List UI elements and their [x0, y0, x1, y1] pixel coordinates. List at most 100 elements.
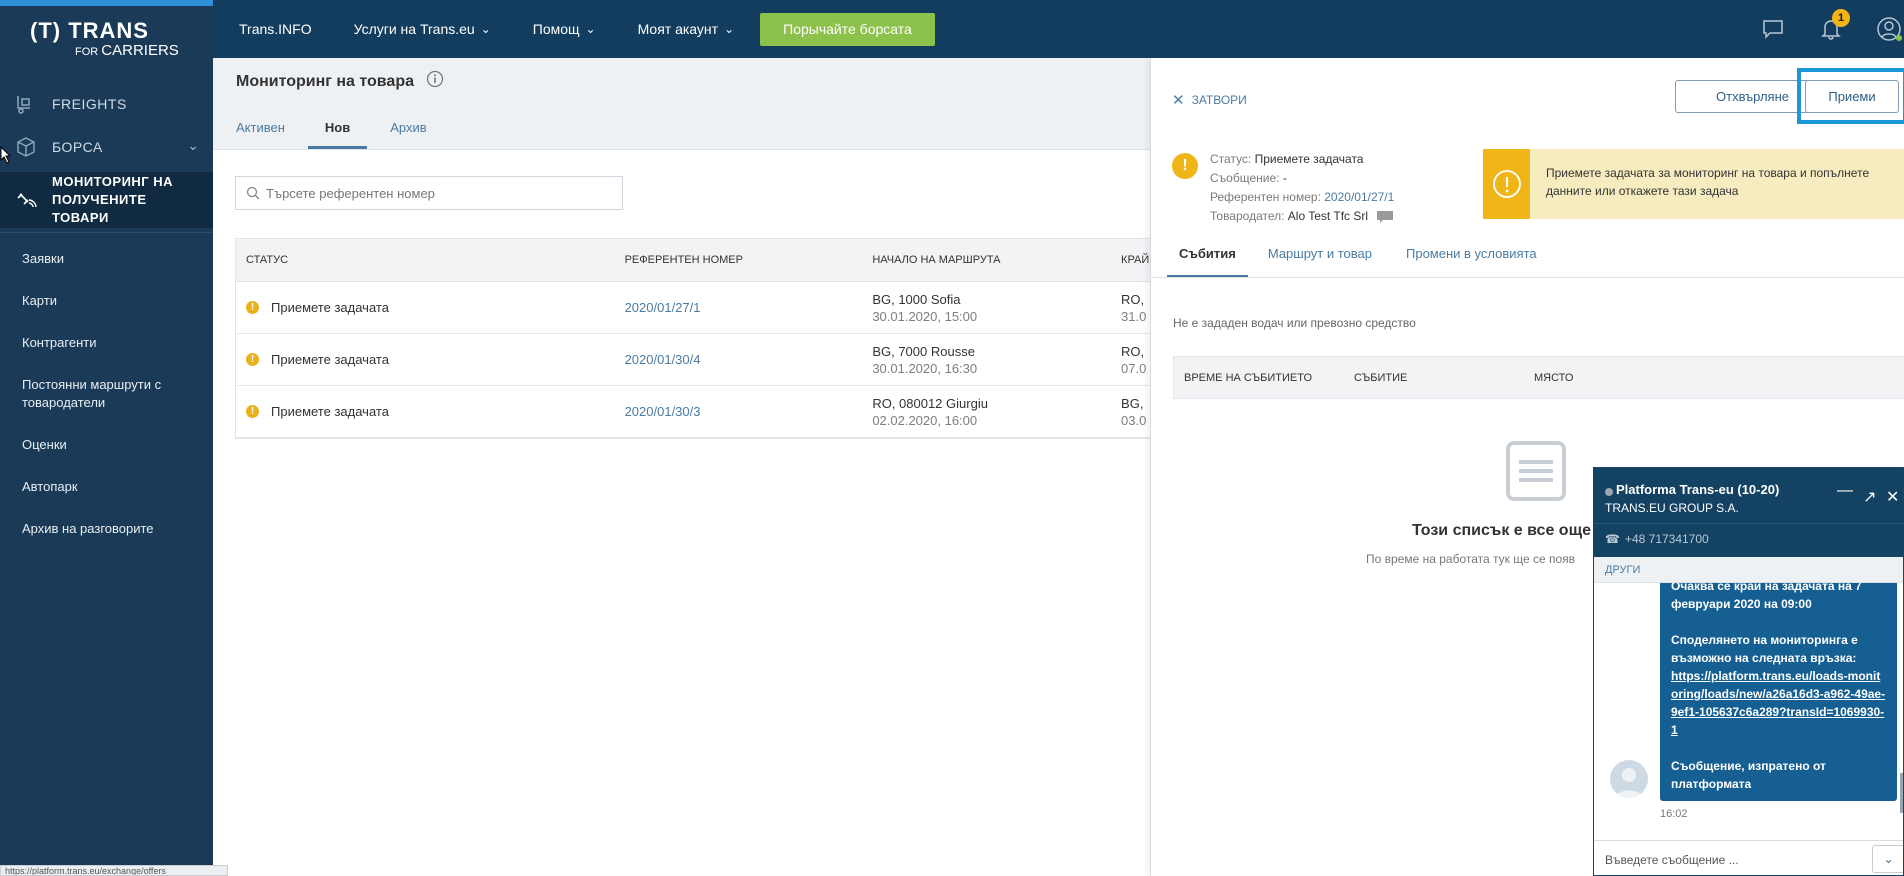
- chat-messages: Очаква се край на задачата на 7 февруари…: [1594, 583, 1903, 833]
- chat-contact-name: Platforma Trans-eu (10-20): [1616, 482, 1780, 497]
- trans-logo[interactable]: (T) TRANS FOR CARRIERS: [30, 18, 185, 59]
- reference-link[interactable]: 2020/01/30/4: [619, 352, 868, 367]
- table-row[interactable]: ! Приемете задачата 2020/01/30/3 RO, 0800…: [236, 386, 1150, 438]
- sidebar-item-label: БОРСА: [52, 138, 103, 155]
- main-content: Мониторинг на товара Активен Нов Архив Т…: [213, 58, 1150, 876]
- column-route-start[interactable]: НАЧАЛО НА МАРШРУТА: [867, 252, 1116, 269]
- chat-phone[interactable]: ☎ +48 717341700: [1605, 532, 1709, 546]
- message-value: -: [1282, 171, 1287, 185]
- sidebar-subitem-regular-routes[interactable]: Постоянни маршрути с товародатели: [0, 376, 213, 412]
- chat-message: Очаква се край на задачата на 7 февруари…: [1660, 583, 1897, 801]
- freights-icon: [14, 92, 38, 116]
- route-start-time: 30.01.2020, 16:30: [872, 360, 978, 376]
- status-cell: ! Приемете задачата: [236, 352, 619, 367]
- sidebar-subitem-fleet[interactable]: Автопарк: [0, 478, 213, 496]
- bell-icon[interactable]: 1: [1816, 9, 1850, 44]
- warning-icon: !: [246, 353, 259, 366]
- route-start-place: BG, 7000 Rousse: [872, 343, 975, 359]
- reference-link[interactable]: 2020/01/27/1: [1324, 190, 1394, 204]
- route-end-place: RO,: [1121, 291, 1145, 307]
- status-cell: ! Приемете задачата: [236, 404, 619, 419]
- tab-active[interactable]: Активен: [219, 120, 302, 149]
- tab-events[interactable]: Събития: [1167, 246, 1248, 278]
- info-icon[interactable]: [426, 70, 444, 91]
- reference-link[interactable]: 2020/01/27/1: [619, 300, 868, 315]
- chat-message-input[interactable]: Въведете съобщение ... ⌄: [1594, 840, 1903, 875]
- sidebar-item-exchange[interactable]: БОРСА ⌄: [0, 125, 213, 168]
- route-start-time: 30.01.2020, 15:00: [872, 308, 978, 324]
- table-row[interactable]: ! Приемете задачата 2020/01/30/4 BG, 7000…: [236, 334, 1150, 386]
- message-paragraph: Споделянето на мониторинга е възможно на…: [1671, 633, 1858, 665]
- route-start-place: RO, 080012 Giurgiu: [872, 395, 988, 411]
- status-label: Статус:: [1210, 152, 1252, 166]
- minimize-icon[interactable]: ―: [1837, 482, 1853, 500]
- chat-bubble-icon[interactable]: [1376, 210, 1394, 224]
- chat-header: Platforma Trans-eu (10-20) TRANS.EU GROU…: [1594, 468, 1903, 557]
- column-event[interactable]: СЪБИТИЕ: [1354, 372, 1534, 384]
- close-label: ЗАТВОРИ: [1191, 93, 1247, 107]
- shipper-label: Товародател:: [1210, 209, 1285, 223]
- sidebar-subitem-chat-archive[interactable]: Архив на разговорите: [0, 520, 213, 538]
- expand-icon[interactable]: ↗: [1863, 487, 1876, 507]
- loads-table: СТАТУС РЕФЕРЕНТЕН НОМЕР НАЧАЛО НА МАРШРУ…: [235, 238, 1150, 439]
- chevron-down-icon: ⌄: [724, 22, 735, 36]
- sidebar-subitem-ratings[interactable]: Оценки: [0, 436, 213, 454]
- phone-number: +48 717341700: [1624, 532, 1709, 546]
- presence-indicator: [1605, 488, 1613, 496]
- sidebar-item-label: FREIGHTS: [52, 95, 127, 112]
- chat-scrollbar[interactable]: [1900, 773, 1903, 813]
- tab-archive[interactable]: Архив: [373, 120, 443, 149]
- empty-list-subtitle: По време на работата тук ще се появ: [1366, 552, 1576, 566]
- panel-tabs: Събития Маршрут и товар Промени в услови…: [1167, 246, 1557, 278]
- route-end-time: 03.0: [1121, 412, 1147, 428]
- events-table-header: ВРЕМЕ НА СЪБИТИЕТО СЪБИТИЕ МЯСТО: [1173, 356, 1904, 399]
- search-placeholder: Търсете референтен номер: [266, 185, 435, 201]
- monitoring-share-link[interactable]: https://platform.trans.eu/loads-monitori…: [1671, 667, 1887, 739]
- chevron-down-icon: ⌄: [585, 22, 596, 36]
- search-input[interactable]: Търсете референтен номер: [235, 176, 623, 210]
- sidebar-item-label: МОНИТОРИНГ НА ПОЛУЧЕНИТЕ ТОВАРИ: [52, 174, 174, 225]
- shipper-line: Товародател: Alo Test Tfc Srl: [1210, 207, 1394, 226]
- avatar: [1610, 760, 1648, 798]
- reference-link[interactable]: 2020/01/30/3: [619, 404, 868, 419]
- chevron-down-icon[interactable]: ⌄: [187, 137, 199, 154]
- column-reference[interactable]: РЕФЕРЕНТЕН НОМЕР: [619, 254, 868, 266]
- tab-condition-changes[interactable]: Промени в условията: [1392, 246, 1551, 278]
- warning-icon: !: [246, 301, 259, 314]
- close-icon[interactable]: ✕: [1886, 487, 1899, 507]
- nav-label: Услуги на Trans.eu: [353, 21, 475, 37]
- messages-icon[interactable]: [1758, 14, 1788, 44]
- sidebar-item-freights[interactable]: FREIGHTS: [0, 82, 213, 125]
- nav-trans-info[interactable]: Trans.INFO: [239, 21, 312, 37]
- message-paragraph: Очаква се край на задачата на 7 февруари…: [1671, 583, 1862, 611]
- nav-help[interactable]: Помощ ⌄: [533, 21, 596, 37]
- close-panel-button[interactable]: ✕ ЗАТВОРИ: [1172, 91, 1247, 109]
- route-end-cell: RO, 07.0: [1116, 343, 1150, 377]
- nav-my-account[interactable]: Моят акаунт ⌄: [638, 21, 735, 37]
- tab-route-and-cargo[interactable]: Маршрут и товар: [1254, 246, 1386, 278]
- sidebar-subitem-contractors[interactable]: Контрагенти: [0, 334, 213, 352]
- chat-others-tab[interactable]: ДРУГИ: [1594, 557, 1903, 583]
- accept-button[interactable]: Приеми: [1805, 80, 1899, 113]
- column-status[interactable]: СТАТУС: [236, 254, 619, 266]
- tab-new[interactable]: Нов: [307, 120, 368, 149]
- logo-subtitle: FOR CARRIERS: [75, 42, 179, 59]
- user-avatar-icon[interactable]: [1874, 14, 1904, 44]
- route-start-place: BG, 1000 Sofia: [872, 291, 961, 307]
- route-end-place: BG,: [1121, 395, 1144, 411]
- box-icon: [14, 135, 38, 159]
- column-place[interactable]: МЯСТО: [1534, 372, 1734, 384]
- status-text: Приемете задачата: [271, 300, 389, 315]
- alert-text: Приемете задачата за мониторинг на товар…: [1546, 166, 1870, 198]
- order-exchange-button[interactable]: Порычайте борсата: [760, 12, 935, 46]
- tabs-divider: [1151, 277, 1904, 278]
- column-event-time[interactable]: ВРЕМЕ НА СЪБИТИЕТО: [1174, 372, 1354, 384]
- task-alert: Приемете задачата за мониторинг на товар…: [1483, 149, 1904, 219]
- column-route-end[interactable]: КРАЙ: [1116, 252, 1150, 269]
- table-row[interactable]: ! Приемете задачата 2020/01/27/1 BG, 1000…: [236, 282, 1150, 334]
- nav-services[interactable]: Услуги на Trans.eu ⌄: [354, 21, 491, 37]
- sidebar-item-monitoring[interactable]: МОНИТОРИНГ НА ПОЛУЧЕНИТЕ ТОВАРИ: [0, 172, 213, 228]
- sidebar-subitem-maps[interactable]: Карти: [0, 292, 213, 310]
- chevron-down-icon[interactable]: ⌄: [1872, 845, 1903, 873]
- sidebar-subitem-orders[interactable]: Заявки: [0, 250, 213, 268]
